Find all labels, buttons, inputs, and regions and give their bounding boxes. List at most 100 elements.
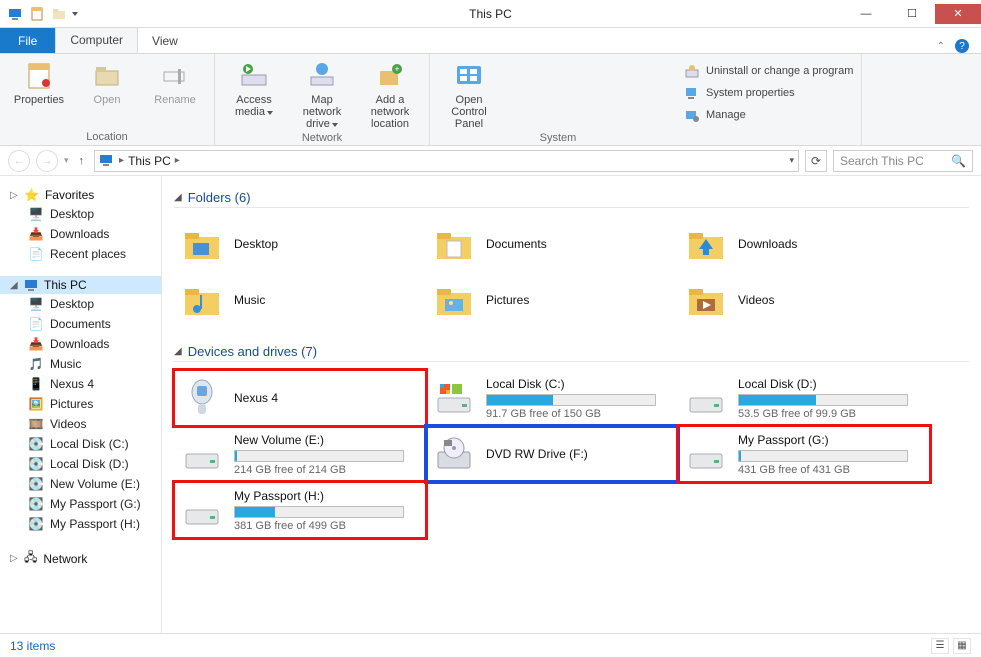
drive-icon [684, 376, 728, 420]
back-button[interactable]: ← [8, 150, 30, 172]
folder-desktop[interactable]: Desktop [174, 216, 426, 272]
tab-computer[interactable]: Computer [55, 27, 138, 53]
qat-dropdown-icon[interactable] [72, 12, 78, 16]
nav-item-desktop[interactable]: 🖥️Desktop [0, 204, 161, 224]
usage-bar [234, 450, 404, 462]
manage-icon [684, 107, 700, 123]
properties-icon [23, 60, 55, 92]
address-row: ← → ▾ ↑ ▸ This PC ▸ ▾ ⟳ Search This PC 🔍 [0, 146, 981, 176]
nav-item-nexus4[interactable]: 📱Nexus 4 [0, 374, 161, 394]
drive-new-volume-e[interactable]: New Volume (E:)214 GB free of 214 GB [174, 426, 426, 482]
minimize-button[interactable]: — [843, 4, 889, 24]
up-button[interactable]: ↑ [75, 155, 89, 167]
nav-item-passport-h[interactable]: 💽My Passport (H:) [0, 514, 161, 534]
nav-item-passport-g[interactable]: 💽My Passport (G:) [0, 494, 161, 514]
nav-item-local-c[interactable]: 💽Local Disk (C:) [0, 434, 161, 454]
tiles-view-button[interactable]: ▦ [953, 638, 971, 654]
pc-icon [99, 153, 115, 169]
control-panel-icon [453, 60, 485, 92]
device-nexus4[interactable]: Nexus 4 [174, 370, 426, 426]
window-controls: — ☐ ✕ [843, 4, 981, 24]
folder-icon [180, 278, 224, 322]
folder-icon [432, 278, 476, 322]
address-bar[interactable]: ▸ This PC ▸ ▾ [94, 150, 799, 172]
history-dropdown-icon[interactable]: ▾ [64, 155, 69, 166]
properties-label: Properties [14, 94, 64, 106]
drive-local-d[interactable]: Local Disk (D:)53.5 GB free of 99.9 GB [678, 370, 930, 426]
map-drive-label: Map network drive [291, 94, 353, 130]
section-folders-header[interactable]: ◢Folders (6) [174, 190, 969, 208]
details-view-button[interactable]: ☰ [931, 638, 949, 654]
uninstall-button[interactable]: Uninstall or change a program [684, 60, 853, 82]
documents-icon: 📄 [28, 316, 44, 332]
drive-passport-g[interactable]: My Passport (G:)431 GB free of 431 GB [678, 426, 930, 482]
nav-item-pictures[interactable]: 🖼️Pictures [0, 394, 161, 414]
nav-thispc-header[interactable]: ◢This PC [0, 276, 161, 294]
drive-icon [180, 432, 224, 476]
help-icon[interactable]: ? [955, 39, 969, 53]
folder-documents[interactable]: Documents [426, 216, 678, 272]
search-input[interactable]: Search This PC 🔍 [833, 150, 973, 172]
body: ▷⭐Favorites 🖥️Desktop 📥Downloads 📄Recent… [0, 176, 981, 633]
nav-item-desktop[interactable]: 🖥️Desktop [0, 294, 161, 314]
forward-button[interactable]: → [36, 150, 58, 172]
drive-icon: 💽 [28, 456, 44, 472]
nav-item-downloads[interactable]: 📥Downloads [0, 334, 161, 354]
chevron-right-icon[interactable]: ▸ [119, 155, 124, 166]
nav-favorites-header[interactable]: ▷⭐Favorites [0, 186, 161, 204]
folder-icon [180, 222, 224, 266]
rename-label: Rename [154, 94, 196, 106]
folder-music[interactable]: Music [174, 272, 426, 328]
nav-item-music[interactable]: 🎵Music [0, 354, 161, 374]
drive-local-c[interactable]: Local Disk (C:)91.7 GB free of 150 GB [426, 370, 678, 426]
control-panel-label: Open Control Panel [438, 94, 500, 130]
address-dropdown-icon[interactable]: ▾ [789, 155, 794, 166]
desktop-icon: 🖥️ [28, 206, 44, 222]
tab-file[interactable]: File [0, 28, 55, 53]
close-button[interactable]: ✕ [935, 4, 981, 24]
system-properties-button[interactable]: System properties [684, 82, 853, 104]
folder-videos[interactable]: Videos [678, 272, 930, 328]
system-properties-icon [684, 85, 700, 101]
svg-text:+: + [394, 64, 399, 74]
drive-dvd-rw-f[interactable]: DVD RW Drive (F:) [426, 426, 678, 482]
group-label-network: Network [223, 130, 421, 144]
nav-item-local-d[interactable]: 💽Local Disk (D:) [0, 454, 161, 474]
chevron-right-icon[interactable]: ▸ [175, 155, 180, 166]
control-panel-button[interactable]: Open Control Panel [438, 58, 500, 130]
nav-item-downloads[interactable]: 📥Downloads [0, 224, 161, 244]
new-folder-icon[interactable] [50, 5, 68, 23]
section-drives-header[interactable]: ◢Devices and drives (7) [174, 344, 969, 362]
breadcrumb-root[interactable]: This PC [128, 154, 171, 168]
ribbon-tabs: File Computer View ⌃ ? [0, 28, 981, 54]
folder-downloads[interactable]: Downloads [678, 216, 930, 272]
music-icon: 🎵 [28, 356, 44, 372]
add-location-label: Add a network location [359, 94, 421, 130]
nav-item-documents[interactable]: 📄Documents [0, 314, 161, 334]
nav-item-videos[interactable]: 🎞️Videos [0, 414, 161, 434]
map-drive-button[interactable]: Map network drive [291, 58, 353, 130]
collapse-ribbon-icon[interactable]: ⌃ [937, 41, 945, 52]
add-location-button[interactable]: + Add a network location [359, 58, 421, 130]
tab-view[interactable]: View [138, 28, 192, 53]
drive-icon: 💽 [28, 476, 44, 492]
nav-network-header[interactable]: ▷🖧Network [0, 546, 161, 571]
nav-item-recent[interactable]: 📄Recent places [0, 244, 161, 264]
access-media-label: Access media [223, 94, 285, 118]
manage-button[interactable]: Manage [684, 104, 853, 126]
view-mode-buttons: ☰ ▦ [931, 638, 971, 654]
properties-button[interactable]: Properties [8, 58, 70, 129]
nav-favorites: ▷⭐Favorites 🖥️Desktop 📥Downloads 📄Recent… [0, 186, 161, 264]
drive-passport-h[interactable]: My Passport (H:)381 GB free of 499 GB [174, 482, 426, 538]
folder-pictures[interactable]: Pictures [426, 272, 678, 328]
refresh-button[interactable]: ⟳ [805, 150, 827, 172]
properties-icon[interactable] [28, 5, 46, 23]
ribbon-group-location: Properties Open Rename Location [0, 54, 215, 145]
search-placeholder: Search This PC [840, 154, 924, 168]
downloads-icon: 📥 [28, 336, 44, 352]
access-media-button[interactable]: Access media [223, 58, 285, 130]
nav-item-new-volume-e[interactable]: 💽New Volume (E:) [0, 474, 161, 494]
nav-network: ▷🖧Network [0, 546, 161, 571]
maximize-button[interactable]: ☐ [889, 4, 935, 24]
folder-icon [432, 222, 476, 266]
